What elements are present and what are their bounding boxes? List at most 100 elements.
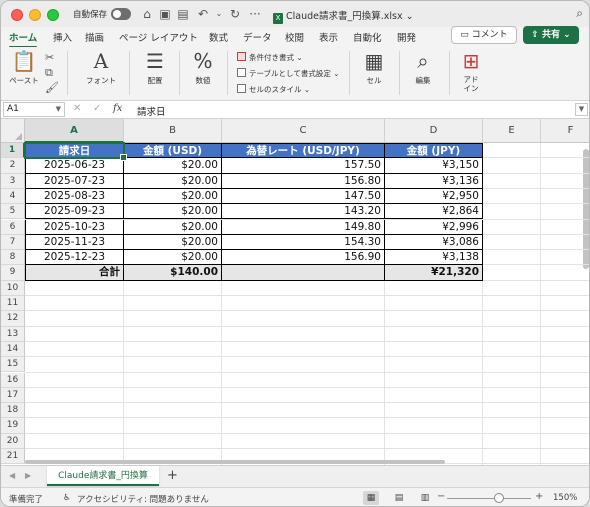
zoom-slider[interactable] <box>447 498 531 499</box>
format-as-table-button[interactable]: テーブルとして書式設定 ⌄ <box>237 68 340 79</box>
row-header-8[interactable]: 8 <box>1 250 25 266</box>
row-header-19[interactable]: 19 <box>1 418 25 434</box>
total-cell[interactable]: ¥21,320 <box>385 265 483 281</box>
row-header-10[interactable]: 10 <box>1 280 25 296</box>
column-header-b[interactable]: B <box>124 119 222 143</box>
conditional-format-button[interactable]: 条件付き書式 ⌄ <box>237 52 303 63</box>
table-cell[interactable]: 156.80 <box>222 173 385 189</box>
row-header-5[interactable]: 5 <box>1 204 25 220</box>
table-cell[interactable]: 157.50 <box>222 158 385 174</box>
font-group[interactable]: A フォント <box>79 49 123 86</box>
table-cell[interactable]: $20.00 <box>124 158 222 174</box>
table-cell[interactable]: 147.50 <box>222 188 385 205</box>
add-sheet-button[interactable]: + <box>167 468 178 483</box>
table-cell[interactable]: $20.00 <box>124 219 222 235</box>
sheet-tab-active[interactable]: Claude請求書_円換算 <box>47 466 159 486</box>
row-header-4[interactable]: 4 <box>1 188 25 205</box>
tab-home[interactable]: ホーム <box>9 30 38 48</box>
table-cell[interactable]: ¥3,138 <box>385 250 483 266</box>
tab-developer[interactable]: 開発 <box>397 30 416 44</box>
table-cell[interactable]: 154.30 <box>222 234 385 251</box>
column-header-c[interactable]: C <box>222 119 385 143</box>
undo-icon[interactable]: ↶ <box>195 6 211 22</box>
print-icon[interactable]: ▤ <box>175 6 191 22</box>
tab-draw[interactable]: 描画 <box>85 30 104 44</box>
cells-group[interactable]: ▦ セル <box>357 49 391 86</box>
table-cell[interactable]: ¥2,950 <box>385 188 483 205</box>
spreadsheet-grid[interactable]: A B C D E F 1 2 3 4 5 6 7 8 9 10 11 12 13 14 15 16 17 18 19 20 21 請… <box>1 119 589 465</box>
table-cell[interactable]: 156.90 <box>222 250 385 266</box>
table-cell[interactable]: ¥2,996 <box>385 219 483 235</box>
comment-button[interactable]: ▭ コメント <box>451 26 517 44</box>
header-cell[interactable]: 請求日 <box>25 143 124 159</box>
addins-group[interactable]: ⊞ アド イン <box>455 49 487 93</box>
autosave-toggle[interactable] <box>111 8 131 20</box>
page-layout-view-button[interactable]: ▤ <box>391 491 407 505</box>
row-header-3[interactable]: 3 <box>1 173 25 189</box>
expand-formula-bar-icon[interactable]: ▼ <box>575 103 588 116</box>
tab-review[interactable]: 校閲 <box>285 30 304 44</box>
enter-icon[interactable]: ✓ <box>93 103 101 114</box>
cancel-icon[interactable]: ✕ <box>73 103 81 114</box>
header-cell[interactable]: 金額 (JPY) <box>385 143 483 159</box>
total-cell[interactable]: $140.00 <box>124 265 222 281</box>
tab-view[interactable]: 表示 <box>319 30 338 44</box>
tab-formulas[interactable]: 数式 <box>209 30 228 44</box>
column-header-e[interactable]: E <box>483 119 541 143</box>
row-header-18[interactable]: 18 <box>1 403 25 419</box>
table-cell[interactable]: 2025-12-23 <box>25 250 124 266</box>
row-header-7[interactable]: 7 <box>1 234 25 251</box>
insert-function-button[interactable]: fx <box>113 103 122 114</box>
table-cell[interactable]: ¥2,864 <box>385 204 483 220</box>
paste-group[interactable]: 📋 ペースト <box>7 49 41 86</box>
table-cell[interactable]: $20.00 <box>124 250 222 266</box>
row-header-17[interactable]: 17 <box>1 387 25 404</box>
table-cell[interactable]: 143.20 <box>222 204 385 220</box>
table-cell[interactable]: 2025-09-23 <box>25 204 124 220</box>
row-header-11[interactable]: 11 <box>1 296 25 312</box>
prev-sheet-icon[interactable]: ◀ <box>9 471 15 480</box>
table-cell[interactable]: $20.00 <box>124 204 222 220</box>
row-header-20[interactable]: 20 <box>1 433 25 449</box>
home-icon[interactable]: ⌂ <box>139 6 155 22</box>
title-chevron-icon[interactable]: ⌄ <box>406 11 414 22</box>
row-header-15[interactable]: 15 <box>1 357 25 373</box>
copy-icon[interactable]: ⧉ <box>45 66 53 80</box>
search-icon[interactable]: ⌕ <box>576 6 583 21</box>
table-cell[interactable]: 2025-08-23 <box>25 188 124 205</box>
table-cell[interactable]: ¥3,086 <box>385 234 483 251</box>
name-box[interactable]: A1 ▼ <box>3 102 65 117</box>
undo-dropdown-icon[interactable]: ⌄ <box>211 6 227 22</box>
header-cell[interactable]: 為替レート (USD/JPY) <box>222 143 385 159</box>
table-cell[interactable]: 149.80 <box>222 219 385 235</box>
select-all-button[interactable] <box>1 119 25 143</box>
editing-group[interactable]: ⌕ 編集 <box>405 49 441 86</box>
cell-styles-button[interactable]: セルのスタイル ⌄ <box>237 84 310 95</box>
table-cell[interactable]: $20.00 <box>124 234 222 251</box>
total-cell[interactable] <box>222 265 385 281</box>
table-cell[interactable]: ¥3,150 <box>385 158 483 174</box>
zoom-out-button[interactable]: − <box>437 491 445 502</box>
row-header-2[interactable]: 2 <box>1 158 25 174</box>
header-cell[interactable]: 金額 (USD) <box>124 143 222 159</box>
more-icon[interactable]: ··· <box>247 6 263 22</box>
normal-view-button[interactable]: ▦ <box>363 491 379 505</box>
cut-icon[interactable]: ✂ <box>45 51 54 64</box>
zoom-in-button[interactable]: + <box>535 491 543 502</box>
table-cell[interactable]: 2025-11-23 <box>25 234 124 251</box>
tab-automate[interactable]: 自動化 <box>353 30 382 44</box>
accessibility-status[interactable]: アクセシビリティ: 問題ありません <box>77 493 209 505</box>
zoom-slider-thumb[interactable] <box>494 493 504 503</box>
alignment-group[interactable]: ☰ 配置 <box>137 49 173 86</box>
row-header-12[interactable]: 12 <box>1 311 25 327</box>
row-header-9[interactable]: 9 <box>1 265 25 281</box>
next-sheet-icon[interactable]: ▶ <box>25 471 31 480</box>
column-header-a[interactable]: A <box>25 119 124 143</box>
column-header-d[interactable]: D <box>385 119 483 143</box>
table-cell[interactable]: 2025-10-23 <box>25 219 124 235</box>
formula-input[interactable]: 請求日 <box>137 104 166 118</box>
tab-data[interactable]: データ <box>243 30 272 44</box>
number-group[interactable]: % 数値 <box>185 49 221 86</box>
zoom-window-button[interactable] <box>47 9 59 21</box>
row-header-21[interactable]: 21 <box>1 449 25 465</box>
